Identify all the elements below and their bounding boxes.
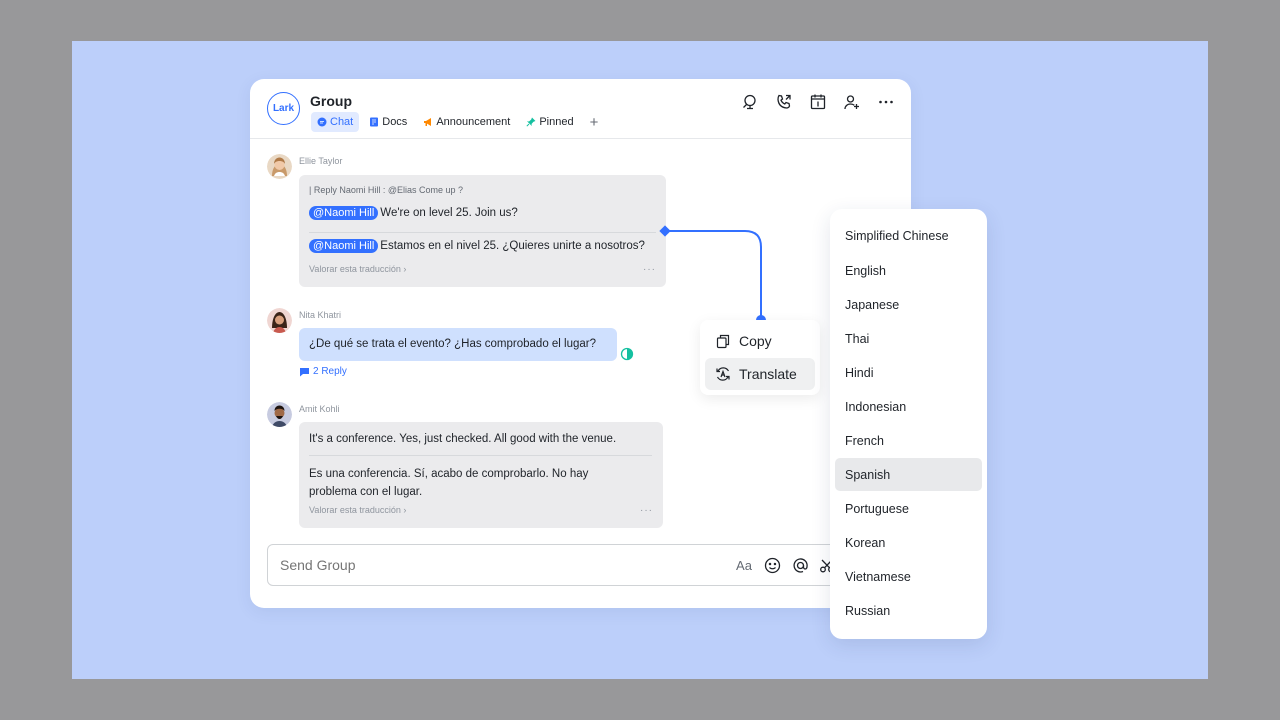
language-option[interactable]: English — [835, 254, 982, 287]
add-tab-button[interactable]: + — [584, 114, 605, 131]
language-menu: Simplified Chinese English Japanese Thai… — [830, 209, 987, 639]
context-menu: Copy Translate — [700, 320, 820, 395]
tab-docs[interactable]: Docs — [363, 112, 413, 132]
reply-quote[interactable]: | Reply Naomi Hill : @Elias Come up ? — [309, 185, 463, 195]
translate-menu-item[interactable]: Translate — [705, 358, 815, 390]
doc-icon — [370, 117, 379, 127]
search-icon[interactable] — [739, 91, 761, 113]
text-format-icon[interactable]: Aa — [735, 556, 753, 574]
avatar[interactable] — [267, 154, 292, 179]
translation-divider — [309, 232, 656, 233]
message-more-button[interactable]: ··· — [643, 264, 656, 275]
emoji-icon[interactable] — [763, 556, 781, 574]
call-icon[interactable] — [773, 91, 795, 113]
tab-docs-label: Docs — [382, 116, 408, 128]
translated-message-text: Es una conferencia. Sí, acabo de comprob… — [309, 468, 589, 498]
translation-divider — [309, 455, 652, 456]
reply-count: 2 Reply — [313, 366, 347, 377]
language-option[interactable]: Vietnamese — [835, 560, 982, 593]
header-actions — [739, 91, 897, 113]
language-option[interactable]: Indonesian — [835, 390, 982, 423]
sender-name: Ellie Taylor — [299, 156, 343, 166]
message-input[interactable] — [280, 557, 580, 573]
lark-logo: Lark — [267, 92, 300, 125]
tab-bar: Chat Docs Announcement Pinned + — [311, 112, 604, 132]
avatar[interactable] — [267, 308, 292, 333]
message-bubble[interactable]: ¿De qué se trata el evento? ¿Has comprob… — [299, 328, 617, 361]
original-message-text: We're on level 25. Join us? — [380, 207, 518, 219]
read-status-icon — [620, 347, 634, 361]
sender-name: Nita Khatri — [299, 310, 342, 320]
language-option[interactable]: Thai — [835, 322, 982, 355]
original-message-text: It's a conference. Yes, just checked. Al… — [309, 433, 617, 445]
chat-bubble-icon — [317, 117, 327, 127]
group-title: Group — [310, 93, 352, 109]
reply-bubble-icon — [300, 367, 309, 376]
copy-menu-item[interactable]: Copy — [705, 325, 815, 357]
calendar-icon[interactable] — [807, 91, 829, 113]
copy-icon — [716, 334, 730, 349]
original-text: @Naomi Hill We're on level 25. Join us? — [309, 206, 518, 220]
message-bubble[interactable]: It's a conference. Yes, just checked. Al… — [299, 422, 663, 528]
chat-header: Lark Group Chat Docs Announcement Pinned… — [250, 79, 911, 139]
message-composer: Aa — [267, 544, 882, 586]
thread-reply-link[interactable]: 2 Reply — [299, 366, 347, 377]
pin-icon — [526, 117, 536, 127]
message-more-button[interactable]: ··· — [640, 505, 653, 516]
mention-tag[interactable]: @Naomi Hill — [309, 239, 379, 253]
mention-icon[interactable] — [791, 556, 809, 574]
add-member-icon[interactable] — [841, 91, 863, 113]
rate-translation-link[interactable]: Valorar esta traducción › — [309, 505, 406, 515]
copy-label: Copy — [739, 333, 772, 349]
translate-label: Translate — [739, 366, 797, 382]
sender-name: Amit Kohli — [299, 404, 340, 414]
tab-chat-label: Chat — [330, 116, 354, 128]
message-text: ¿De qué se trata el evento? ¿Has comprob… — [309, 338, 597, 350]
tab-chat[interactable]: Chat — [311, 112, 360, 132]
tab-pinned[interactable]: Pinned — [520, 112, 579, 132]
language-option[interactable]: Japanese — [835, 288, 982, 321]
translated-text: @Naomi Hill Estamos en el nivel 25. ¿Quie… — [309, 239, 645, 253]
tab-announcement[interactable]: Announcement — [417, 112, 516, 132]
mention-tag[interactable]: @Naomi Hill — [309, 206, 379, 220]
avatar[interactable] — [267, 402, 292, 427]
translate-icon — [716, 367, 730, 381]
megaphone-icon — [424, 118, 432, 126]
tab-announcement-label: Announcement — [436, 116, 511, 128]
language-option[interactable]: Hindi — [835, 356, 982, 389]
language-option[interactable]: Portuguese — [835, 492, 982, 525]
message-bubble[interactable]: | Reply Naomi Hill : @Elias Come up ? @N… — [299, 175, 666, 287]
tab-pinned-label: Pinned — [539, 116, 574, 128]
more-icon[interactable] — [875, 91, 897, 113]
rate-translation-link[interactable]: Valorar esta traducción › — [309, 264, 406, 274]
language-option[interactable]: Simplified Chinese — [835, 219, 982, 252]
language-option[interactable]: Russian — [835, 594, 982, 627]
language-option-selected[interactable]: Spanish — [835, 458, 982, 491]
language-option[interactable]: French — [835, 424, 982, 457]
translated-message-text: Estamos en el nivel 25. ¿Quieres unirte … — [380, 240, 645, 252]
language-option[interactable]: Korean — [835, 526, 982, 559]
